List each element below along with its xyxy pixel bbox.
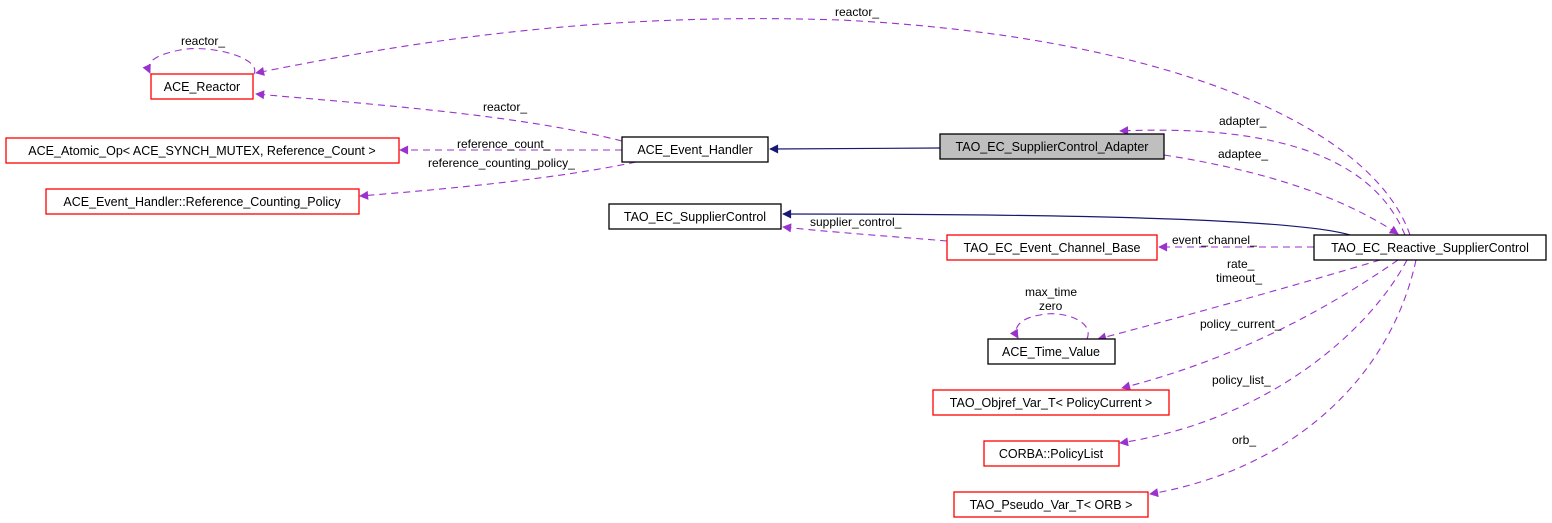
node-corba-policy-list[interactable]: CORBA::PolicyList [983,440,1120,467]
nodes: ACE_Reactor ACE_Atomic_Op< ACE_SYNCH_MUT… [5,73,1547,518]
edge-eventchannel-to-suppliercontrol [782,223,948,242]
edge-label-event-channel: event_channel_ [1172,233,1257,247]
edge-timevalue-self [1009,313,1089,340]
node-ace-atomic-op[interactable]: ACE_Atomic_Op< ACE_SYNCH_MUTEX, Referenc… [5,137,400,164]
node-label: ACE_Atomic_Op< ACE_SYNCH_MUTEX, Referenc… [28,144,375,158]
node-label: TAO_EC_SupplierControl [624,210,766,224]
node-ace-reactor[interactable]: ACE_Reactor [150,73,254,100]
node-label: TAO_Pseudo_Var_T< ORB > [970,498,1133,512]
edge-label-reference-counting-policy: reference_counting_policy_ [428,156,575,170]
edge-label-zero: zero [1039,299,1063,313]
node-label: ACE_Event_Handler::Reference_Counting_Po… [63,195,341,209]
edge-label-eventhandler-reactor: reactor_ [483,100,527,114]
edge-label-adaptee: adaptee_ [1218,147,1268,161]
node-label: TAO_EC_SupplierControl_Adapter [956,140,1149,154]
node-supplier-control-adapter[interactable]: TAO_EC_SupplierControl_Adapter [939,133,1165,160]
node-objref-var-policy-current[interactable]: TAO_Objref_Var_T< PolicyCurrent > [932,389,1170,416]
edge-label-adapter: adapter_ [1219,114,1267,128]
node-label: TAO_EC_Event_Channel_Base [964,241,1141,255]
node-label: TAO_EC_Reactive_SupplierControl [1331,241,1529,255]
collaboration-diagram: reactor_ reactor_ reactor_ reference_cou… [5,5,1547,518]
edge-eventhandler-to-reactor [255,90,623,142]
edge-adapter-inherits-eventhandler [769,144,941,154]
edge-label-policy-list: policy_list_ [1212,373,1271,387]
edges: reactor_ reactor_ reactor_ reference_cou… [142,5,1417,498]
edge-label-policy-current: policy_current_ [1200,317,1282,331]
edge-label-timeout: timeout_ [1216,271,1262,285]
node-label: ACE_Reactor [164,80,240,94]
node-pseudo-var-orb[interactable]: TAO_Pseudo_Var_T< ORB > [953,491,1149,518]
edge-label-max-time: max_time [1025,285,1077,299]
node-reference-counting-policy[interactable]: ACE_Event_Handler::Reference_Counting_Po… [45,188,360,215]
edge-label-supplier-control: supplier_control_ [810,215,902,229]
edge-reactive-to-pseudovar [1149,259,1417,498]
node-event-channel-base[interactable]: TAO_EC_Event_Channel_Base [946,234,1158,261]
edge-label-reactive-reactor: reactor_ [835,5,879,19]
node-label: TAO_Objref_Var_T< PolicyCurrent > [950,396,1152,410]
edge-adapter-to-reactive [1163,154,1399,235]
edge-label-reference-count: reference_count_ [457,137,551,151]
edge-label-rate: rate_ [1227,257,1255,271]
edge-label-reactor-self: reactor_ [181,34,225,48]
node-reactive-supplier-control[interactable]: TAO_EC_Reactive_SupplierControl [1313,234,1547,261]
node-label: ACE_Time_Value [1002,345,1100,359]
edge-reactor-self [142,48,256,75]
node-tao-ec-supplier-control[interactable]: TAO_EC_SupplierControl [608,203,782,230]
node-ace-time-value[interactable]: ACE_Time_Value [987,338,1116,365]
node-ace-event-handler[interactable]: ACE_Event_Handler [621,136,769,163]
edge-label-orb: orb_ [1232,433,1256,447]
node-label: ACE_Event_Handler [637,143,752,157]
node-label: CORBA::PolicyList [999,447,1104,461]
